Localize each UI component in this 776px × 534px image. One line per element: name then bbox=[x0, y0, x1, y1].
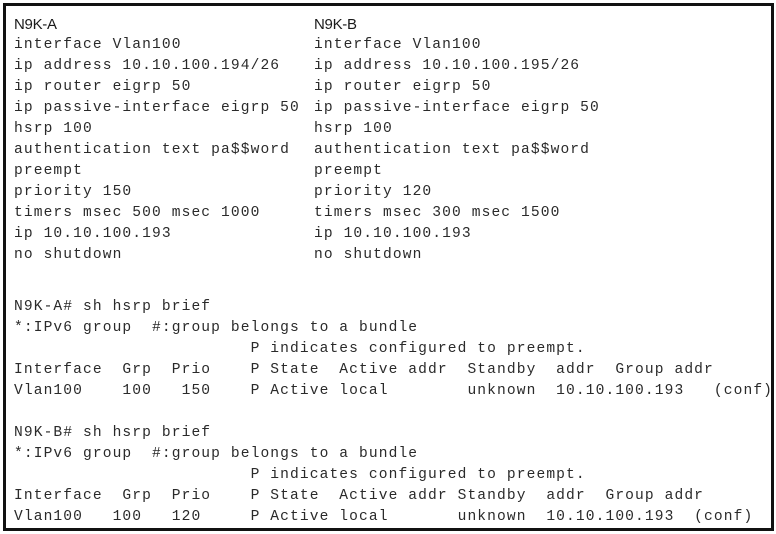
table-header: Interface Grp Prio P State Active addr S… bbox=[14, 362, 714, 378]
config-line: timers msec 300 msec 1500 bbox=[314, 205, 561, 221]
config-line: interface Vlan100 bbox=[14, 37, 182, 53]
config-line: priority 120 bbox=[314, 184, 433, 200]
config-line: authentication text pa$$word bbox=[14, 142, 291, 158]
config-line: authentication text pa$$word bbox=[314, 142, 591, 158]
table-header: Interface Grp Prio P State Active addr S… bbox=[14, 488, 705, 504]
table-row: Vlan100 100 150 P Active local unknown 1… bbox=[14, 383, 774, 399]
hsrp-brief-output-n9k-a: N9K-A# sh hsrp brief *:IPv6 group #:grou… bbox=[14, 297, 773, 402]
cli-exhibit-frame: N9K-A interface Vlan100 ip address 10.10… bbox=[3, 3, 774, 531]
config-line: ip address 10.10.100.194/26 bbox=[14, 58, 281, 74]
config-line: ip passive-interface eigrp 50 bbox=[14, 100, 300, 116]
table-row: Vlan100 100 120 P Active local unknown 1… bbox=[14, 509, 754, 525]
config-line: interface Vlan100 bbox=[314, 37, 482, 53]
config-line: preempt bbox=[14, 163, 84, 179]
config-line: ip 10.10.100.193 bbox=[14, 226, 172, 242]
config-line: ip passive-interface eigrp 50 bbox=[314, 100, 600, 116]
cli-command: N9K-B# sh hsrp brief bbox=[14, 425, 212, 441]
device-config-n9k-a: N9K-A interface Vlan100 ip address 10.10… bbox=[14, 14, 300, 266]
legend-line: P indicates configured to preempt. bbox=[14, 467, 586, 483]
config-line: preempt bbox=[314, 163, 384, 179]
config-line: no shutdown bbox=[314, 247, 423, 263]
config-line: hsrp 100 bbox=[14, 121, 93, 137]
legend-line: *:IPv6 group #:group belongs to a bundle bbox=[14, 320, 419, 336]
config-line: ip router eigrp 50 bbox=[314, 79, 492, 95]
device-config-n9k-b: N9K-B interface Vlan100 ip address 10.10… bbox=[314, 14, 600, 266]
config-line: ip address 10.10.100.195/26 bbox=[314, 58, 581, 74]
config-line: timers msec 500 msec 1000 bbox=[14, 205, 261, 221]
device-name: N9K-A bbox=[14, 16, 57, 33]
config-line: ip router eigrp 50 bbox=[14, 79, 192, 95]
cli-command: N9K-A# sh hsrp brief bbox=[14, 299, 212, 315]
legend-line: *:IPv6 group #:group belongs to a bundle bbox=[14, 446, 419, 462]
config-line: ip 10.10.100.193 bbox=[314, 226, 472, 242]
hsrp-brief-output-n9k-b: N9K-B# sh hsrp brief *:IPv6 group #:grou… bbox=[14, 423, 753, 528]
config-line: hsrp 100 bbox=[314, 121, 393, 137]
config-line: priority 150 bbox=[14, 184, 133, 200]
config-line: no shutdown bbox=[14, 247, 123, 263]
device-name: N9K-B bbox=[314, 16, 357, 33]
legend-line: P indicates configured to preempt. bbox=[14, 341, 586, 357]
